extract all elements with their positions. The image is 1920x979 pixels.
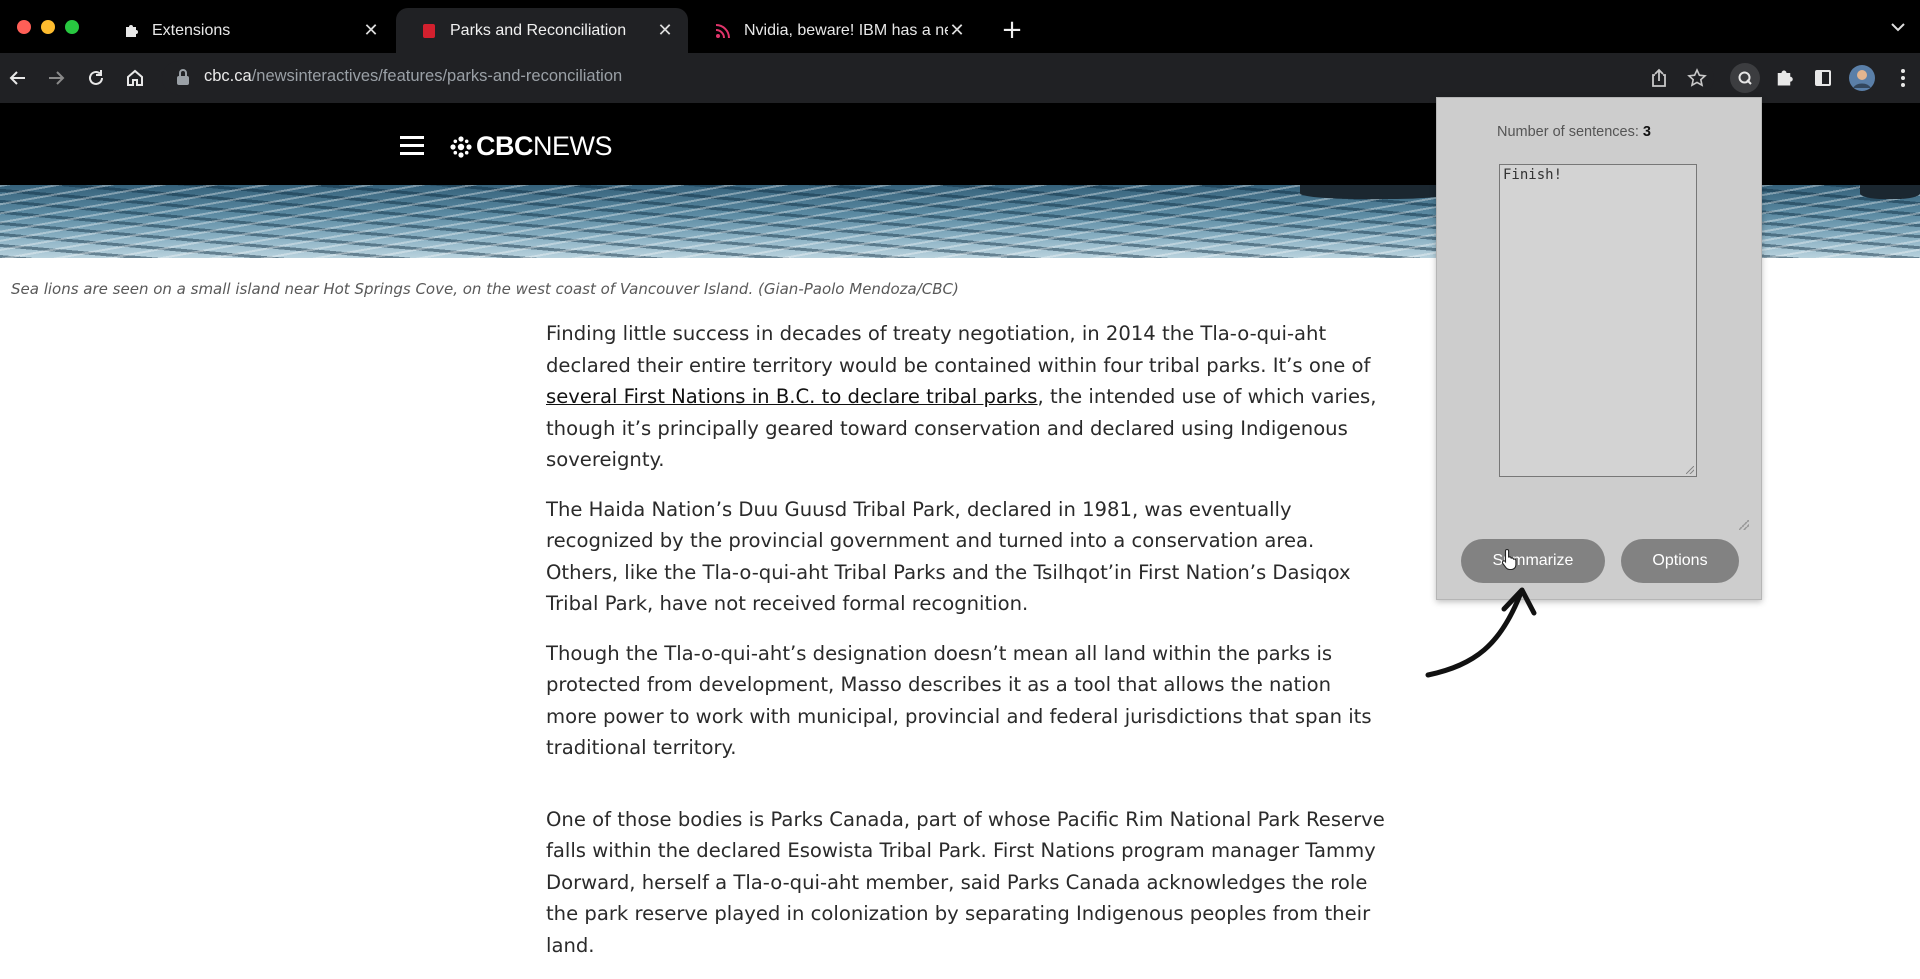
tab-close-icon[interactable]: ✕ <box>948 20 966 41</box>
article-body: Finding little success in decades of tre… <box>546 318 1386 979</box>
tab-close-icon[interactable]: ✕ <box>362 20 380 41</box>
article-paragraph: Finding little success in decades of tre… <box>546 322 1377 471</box>
tribal-parks-link[interactable]: several First Nations in B.C. to declare… <box>546 385 1038 408</box>
article-paragraph: One of those bodies is Parks Canada, par… <box>546 807 1385 957</box>
hero-rock <box>1300 185 1450 199</box>
tab-title: Nvidia, beware! IBM has a new <box>744 21 948 39</box>
image-caption: Sea lions are seen on a small island nea… <box>11 280 959 298</box>
browser-tab-bar: Extensions ✕ Parks and Reconciliation ✕ … <box>0 0 1920 53</box>
reload-icon <box>89 70 103 85</box>
hand-cursor-icon <box>1501 548 1519 574</box>
side-panel-icon[interactable] <box>1808 63 1838 93</box>
tab-extensions[interactable]: Extensions ✕ <box>98 8 394 53</box>
cbc-news-logo[interactable]: CBC NEWS <box>450 131 613 162</box>
summary-output-text: Finish! <box>1503 167 1563 183</box>
tab-nvidia-ibm[interactable]: Nvidia, beware! IBM has a new ✕ <box>690 8 980 53</box>
popup-resize-handle-icon[interactable] <box>1739 520 1749 530</box>
summarizer-extension-icon[interactable] <box>1730 63 1760 93</box>
tab-title: Extensions <box>152 21 231 39</box>
puzzle-icon <box>122 22 140 40</box>
tab-title: Parks and Reconciliation <box>450 21 627 39</box>
close-window-button[interactable] <box>17 20 31 34</box>
back-button[interactable] <box>2 62 34 94</box>
article-paragraph: Though the Tla-o-qui-aht’s designation d… <box>546 641 1372 760</box>
home-button[interactable] <box>119 62 151 94</box>
hero-rock <box>1860 185 1920 199</box>
summarize-button[interactable]: Summarize <box>1461 539 1605 583</box>
minimize-window-button[interactable] <box>41 20 55 34</box>
tab-search-icon[interactable] <box>1890 18 1906 37</box>
profile-avatar[interactable] <box>1847 63 1877 93</box>
sentence-count-label: Number of sentences: <box>1497 124 1639 140</box>
arrow-right-icon <box>49 71 65 85</box>
reload-button[interactable] <box>80 62 112 94</box>
resize-handle-icon[interactable] <box>1686 466 1694 474</box>
bookmark-star-icon[interactable] <box>1682 63 1712 93</box>
sentence-count-value[interactable]: 3 <box>1643 124 1651 140</box>
maximize-window-button[interactable] <box>65 20 79 34</box>
home-icon <box>127 69 143 86</box>
cbc-favicon-icon <box>420 22 438 40</box>
new-tab-button[interactable]: + <box>996 14 1028 46</box>
sentence-count: Number of sentences: 3 <box>1497 124 1651 140</box>
tab-parks-and-reconciliation[interactable]: Parks and Reconciliation ✕ <box>396 8 688 53</box>
rss-feed-icon <box>714 22 732 40</box>
tab-close-icon[interactable]: ✕ <box>656 20 674 41</box>
url-text[interactable]: cbc.ca/newsinteractives/features/parks-a… <box>204 67 622 86</box>
share-icon[interactable] <box>1644 63 1674 93</box>
browser-menu-icon[interactable] <box>1888 63 1918 93</box>
article-paragraph: The Haida Nation’s Duu Guusd Tribal Park… <box>546 497 1351 616</box>
forward-button[interactable] <box>40 62 72 94</box>
curved-arrow-annotation-icon <box>1420 580 1550 684</box>
hamburger-menu-icon[interactable] <box>400 136 424 155</box>
summary-output-textarea[interactable]: Finish! <box>1499 164 1697 477</box>
arrow-left-icon <box>9 71 25 85</box>
lock-icon[interactable] <box>176 68 190 90</box>
browser-toolbar: cbc.ca/newsinteractives/features/parks-a… <box>0 53 1920 103</box>
summarizer-popup: Number of sentences: 3 Finish! Summarize … <box>1436 97 1762 600</box>
extensions-puzzle-icon[interactable] <box>1769 63 1799 93</box>
options-button[interactable]: Options <box>1621 539 1739 583</box>
cbc-gem-icon <box>450 135 472 158</box>
